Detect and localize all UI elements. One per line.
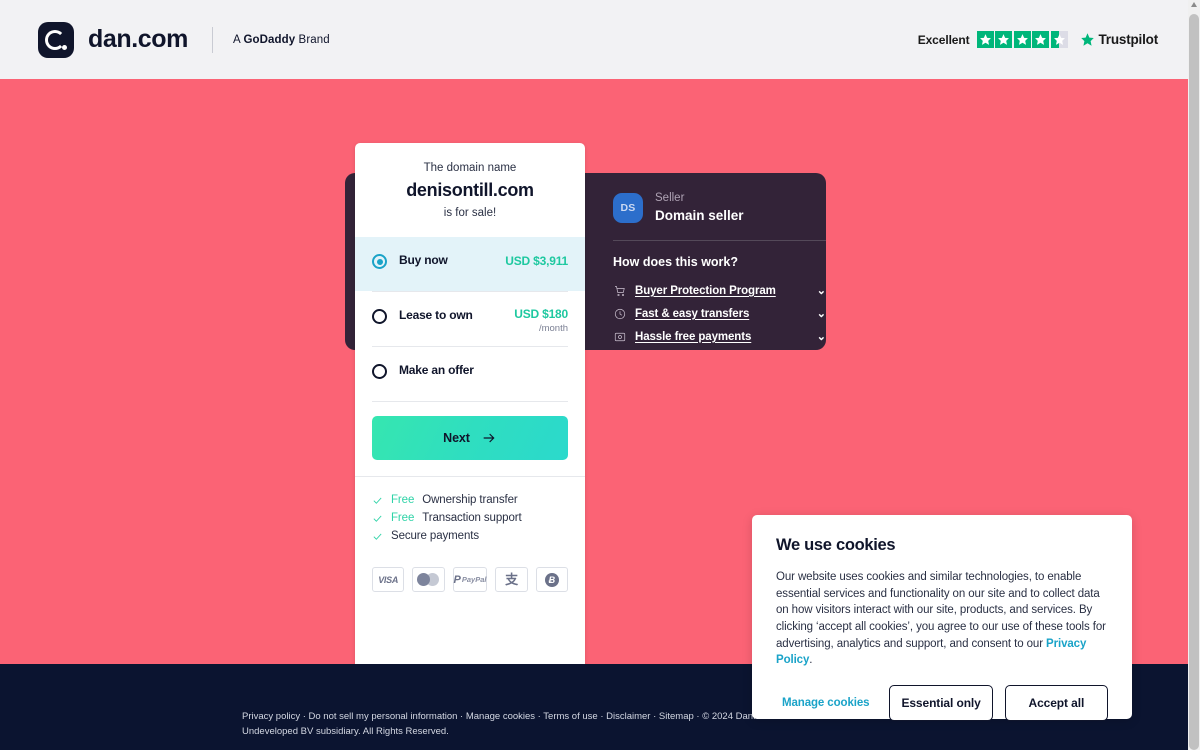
seller-name: Domain seller [655, 207, 744, 223]
radio-buy-now[interactable] [372, 254, 387, 269]
clock-icon [613, 307, 626, 320]
radio-make-an-offer[interactable] [372, 364, 387, 379]
check-icon [373, 533, 382, 540]
option-price-sub: /month [538, 323, 568, 334]
arrow-right-icon [483, 433, 495, 443]
trustpilot-wordmark: Trustpilot [1098, 32, 1159, 47]
visa-label: VISA [378, 574, 399, 585]
domain-name: denisontill.com [406, 180, 534, 200]
domain-purchase-card: The domain name denisontill.com is for s… [355, 143, 585, 681]
paypal-icon: P PayPal [452, 567, 488, 592]
feature-highlight: Free [391, 512, 415, 524]
visa-icon: VISA [372, 567, 405, 592]
brand-subtitle: A GoDaddy Brand [233, 34, 330, 46]
next-button-label: Next [443, 431, 470, 445]
brand-sub-prefix: A [233, 33, 244, 46]
paypal-text: PayPal [461, 575, 487, 584]
chevron-down-icon[interactable]: ⌄ [817, 284, 826, 297]
dan-logo-icon [38, 21, 74, 58]
chevron-down-icon[interactable]: ⌄ [817, 307, 826, 320]
star-half-icon [1050, 31, 1068, 48]
option-buy-now[interactable]: Buy now USD $3,911 [355, 237, 585, 291]
avatar: DS [613, 192, 643, 223]
feature-text: Transaction support [422, 512, 522, 524]
option-price-group: USD $3,911 [505, 252, 568, 270]
option-label: Buy now [399, 253, 448, 267]
domain-post-text: is for sale! [443, 207, 497, 219]
bitcoin-icon: Ƀ [535, 567, 569, 592]
trustpilot-rating-word: Excellent [917, 32, 970, 47]
how-item-label: Buyer Protection Program [635, 284, 776, 297]
how-does-this-work-title: How does this work? [613, 254, 739, 269]
bitcoin-label: Ƀ [544, 572, 559, 587]
feature-highlight: Free [391, 494, 415, 506]
star-icon [1013, 31, 1031, 48]
trustpilot-rating[interactable]: Excellent Trustpilot [918, 31, 1158, 48]
star-icon [976, 31, 994, 48]
page-scrollbar[interactable] [1188, 0, 1200, 750]
seller-divider [613, 239, 826, 241]
feature-text: Secure payments [391, 530, 479, 542]
cookie-body-end: . [809, 654, 813, 667]
footer-links-text[interactable]: Privacy policy · Do not sell my personal… [242, 710, 802, 739]
trustpilot-stars [976, 31, 1068, 48]
domain-heading: The domain name denisontill.com is for s… [355, 143, 585, 237]
seller-header: DS Seller Domain seller [613, 191, 826, 240]
option-label: Lease to own [399, 308, 473, 322]
card-icon [613, 330, 626, 343]
cart-icon [613, 284, 626, 297]
seller-role-label: Seller [655, 192, 685, 204]
check-icon [373, 515, 382, 522]
option-price: USD $3,911 [505, 254, 568, 268]
feature-text: Ownership transfer [422, 494, 518, 506]
cookie-dialog-body: Our website uses cookies and similar tec… [776, 569, 1108, 669]
paypal-label: P PayPal [454, 574, 487, 586]
brand-divider [212, 26, 213, 53]
alipay-label: 支 [505, 572, 519, 587]
chevron-down-icon[interactable]: ⌄ [817, 330, 826, 343]
feature-item: Free Ownership transfer [372, 491, 568, 509]
brand-sub-bold: GoDaddy [243, 33, 296, 46]
trustpilot-star-icon [1080, 33, 1094, 46]
paypal-p: P [453, 573, 461, 586]
option-price-group: USD $180 /month [514, 307, 568, 334]
check-icon [373, 497, 382, 504]
accept-all-button[interactable]: Accept all [1004, 685, 1109, 722]
option-label: Make an offer [399, 363, 474, 377]
feature-list: Free Ownership transfer Free Transaction… [355, 476, 585, 555]
feature-item: Free Transaction support [372, 509, 568, 527]
next-button[interactable]: Next [372, 416, 568, 460]
cookie-dialog-actions: Manage cookies Essential only Accept all [776, 685, 1109, 722]
scroll-up-arrow-icon[interactable] [1191, 2, 1197, 7]
domain-pre-text: The domain name [423, 162, 517, 174]
manage-cookies-button[interactable]: Manage cookies [776, 697, 877, 709]
option-make-an-offer[interactable]: Make an offer [355, 347, 585, 401]
how-item-label: Hassle free payments [635, 330, 752, 343]
star-icon [995, 31, 1012, 48]
option-lease-to-own[interactable]: Lease to own USD $180 /month [355, 292, 585, 346]
brand-sub-suffix: Brand [295, 33, 330, 46]
trustpilot-logo: Trustpilot [1080, 32, 1159, 47]
mastercard-circles [417, 573, 440, 586]
option-price: USD $180 [514, 307, 568, 321]
brand-logo[interactable]: dan.com A GoDaddy Brand [38, 21, 330, 58]
alipay-icon: 支 [495, 567, 528, 592]
how-item-buyer-protection[interactable]: Buyer Protection Program ⌄ [613, 280, 826, 302]
feature-item: Secure payments [372, 527, 568, 545]
next-button-wrap: Next [355, 402, 585, 476]
star-icon [1032, 31, 1049, 48]
payment-methods: VISA P PayPal 支 Ƀ [355, 555, 585, 592]
site-header: dan.com A GoDaddy Brand Excellent Trustp… [0, 0, 1188, 79]
cookie-dialog-title: We use cookies [776, 536, 896, 554]
how-item-label: Fast & easy transfers [635, 307, 750, 320]
how-item-fast-transfers[interactable]: Fast & easy transfers ⌄ [613, 303, 826, 325]
how-item-hassle-free-payments[interactable]: Hassle free payments ⌄ [613, 326, 826, 348]
scrollbar-thumb[interactable] [1189, 14, 1199, 750]
cookie-consent-dialog: We use cookies Our website uses cookies … [752, 515, 1132, 722]
radio-lease-to-own[interactable] [372, 309, 387, 324]
mastercard-icon [412, 567, 445, 592]
brand-name: dan.com [88, 25, 188, 53]
essential-only-button[interactable]: Essential only [889, 685, 993, 722]
